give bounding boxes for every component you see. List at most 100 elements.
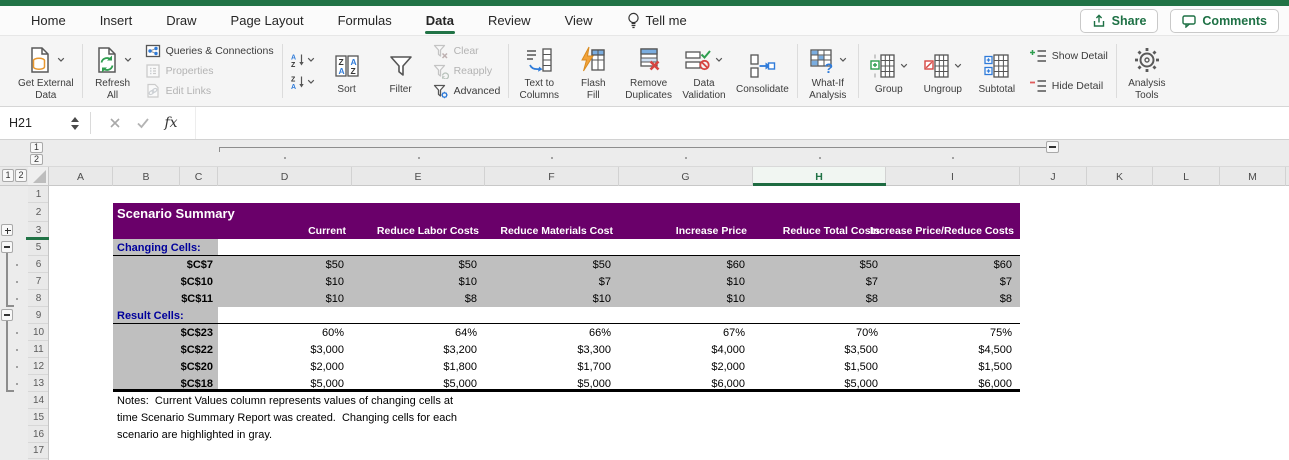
column-header-D[interactable]: D <box>218 167 352 186</box>
column-header-F[interactable]: F <box>485 167 619 186</box>
column-header-E[interactable]: E <box>352 167 485 186</box>
queries-connections-button[interactable]: Queries & Connections <box>145 43 274 59</box>
subtotal-button[interactable]: Subtotal <box>975 47 1019 96</box>
remove-duplicates-button[interactable]: Remove Duplicates <box>625 41 672 101</box>
row-header-8[interactable]: 8 <box>28 290 49 307</box>
row-header-1[interactable]: 1 <box>28 186 49 203</box>
text-to-columns-button[interactable]: Text to Columns <box>517 41 561 101</box>
row-header-9[interactable]: 9 <box>28 307 49 324</box>
refresh-all-button[interactable]: Refresh All <box>91 41 135 101</box>
collapse-row-group-button[interactable] <box>1 241 13 253</box>
scenario-value-cell: $8 <box>999 292 1012 305</box>
cell-reference-label: $C$18 <box>180 377 213 390</box>
column-header-K[interactable]: K <box>1087 167 1153 186</box>
hide-detail-button[interactable]: Hide Detail <box>1029 79 1108 93</box>
row-header-14[interactable]: 14 <box>28 392 49 409</box>
enter-icon[interactable] <box>129 117 157 129</box>
cancel-icon[interactable] <box>101 117 129 129</box>
row-header-10[interactable]: 10 <box>28 324 49 341</box>
data-validation-button[interactable]: Data Validation <box>682 41 726 101</box>
menu-tab-insert[interactable]: Insert <box>83 6 150 35</box>
column-outline-level-2-button[interactable]: 2 <box>30 154 43 165</box>
column-header-I[interactable]: I <box>886 167 1020 186</box>
filter-button[interactable]: Filter <box>379 47 423 96</box>
reapply-filter-label: Reapply <box>453 65 493 77</box>
share-icon <box>1092 13 1106 28</box>
row-header-7[interactable]: 7 <box>28 273 49 290</box>
menu-tab-page-layout[interactable]: Page Layout <box>214 6 321 35</box>
flash-fill-button[interactable]: Flash Fill <box>571 41 615 101</box>
expand-row-group-button[interactable] <box>1 224 13 236</box>
row-header-6[interactable]: 6 <box>28 256 49 273</box>
ungroup-button[interactable]: Ungroup <box>921 47 965 96</box>
scenario-value-cell: $1,700 <box>577 360 611 373</box>
row-outline-level-2-button[interactable]: 2 <box>15 169 27 182</box>
sort-descending-button[interactable]: ZA <box>291 75 315 89</box>
column-header-J[interactable]: J <box>1020 167 1087 186</box>
tell-me-button[interactable]: Tell me <box>610 6 704 35</box>
menu-tab-home[interactable]: Home <box>14 6 83 35</box>
advanced-filter-button[interactable]: Advanced <box>433 83 500 99</box>
column-outline-level-1-button[interactable]: 1 <box>30 142 43 153</box>
scenario-column-header-label: Increase Price/Reduce Costs <box>869 224 1014 237</box>
row-outline-level-1-button[interactable]: 1 <box>2 169 14 182</box>
column-header-G[interactable]: G <box>619 167 753 186</box>
row-header-16[interactable]: 16 <box>28 426 49 443</box>
data-validation-label: Data Validation <box>682 78 726 101</box>
sort-ascending-button[interactable]: AZ <box>291 53 315 67</box>
column-outline-dot <box>417 157 420 159</box>
ribbon: Get External Data Refresh All Queries & Co… <box>0 36 1289 107</box>
collapse-column-group-button[interactable] <box>1046 141 1059 153</box>
menu-tab-review[interactable]: Review <box>471 6 548 35</box>
column-header-C[interactable]: C <box>180 167 218 186</box>
get-external-data-button[interactable]: Get External Data <box>18 41 74 101</box>
menu-tab-label: Home <box>31 13 66 28</box>
queries-connections-label: Queries & Connections <box>165 45 274 57</box>
row-header-2[interactable]: 2 <box>28 203 49 222</box>
name-box[interactable]: H21 <box>0 107 66 139</box>
scenario-value-cell: $1,500 <box>978 360 1012 373</box>
group-button[interactable]: Group <box>867 47 911 96</box>
formula-input[interactable] <box>195 107 1289 139</box>
analysis-tools-label: Analysis Tools <box>1128 78 1166 101</box>
sort-button[interactable]: Z A A Z Sort <box>325 47 369 96</box>
lightbulb-icon <box>627 12 640 29</box>
analysis-tools-button[interactable]: Analysis Tools <box>1125 41 1169 101</box>
scenario-value-cell: $5,000 <box>577 377 611 390</box>
show-detail-icon <box>1029 49 1047 63</box>
scenario-column-header: Reduce Materials Cost <box>485 222 619 239</box>
row-header-17[interactable]: 17 <box>28 443 49 459</box>
row-group-bracket-tick <box>6 305 14 307</box>
scenario-value-cell: 67% <box>722 326 745 339</box>
reapply-filter-icon <box>433 63 449 79</box>
menu-tab-formulas[interactable]: Formulas <box>321 6 409 35</box>
share-button[interactable]: Share <box>1079 8 1159 33</box>
what-if-analysis-button[interactable]: ? What-If Analysis <box>806 41 850 101</box>
minus-glyph <box>4 246 10 248</box>
column-header-B[interactable]: B <box>113 167 180 186</box>
row-header-13[interactable]: 13 <box>28 375 49 392</box>
collapse-row-group-button[interactable] <box>1 309 13 321</box>
column-header-M[interactable]: M <box>1220 167 1286 186</box>
name-box-stepper[interactable] <box>66 113 84 133</box>
comments-button[interactable]: Comments <box>1170 8 1279 33</box>
row-header-12[interactable]: 12 <box>28 358 49 375</box>
column-header-A[interactable]: A <box>49 167 113 186</box>
menu-tab-view[interactable]: View <box>548 6 610 35</box>
column-header-L[interactable]: L <box>1153 167 1220 186</box>
what-if-analysis-icon: ? <box>808 46 836 74</box>
row-header-11[interactable]: 11 <box>28 341 49 358</box>
insert-function-icon[interactable]: fx <box>157 115 185 131</box>
sort-quick-buttons: AZ ZA <box>291 53 315 89</box>
row-header-5[interactable]: 5 <box>28 239 49 256</box>
menu-tab-data[interactable]: Data <box>409 6 471 35</box>
column-outline-dot <box>284 157 286 159</box>
scenario-value-cell: $2,000 <box>711 360 745 373</box>
row-header-15[interactable]: 15 <box>28 409 49 426</box>
menu-tab-draw[interactable]: Draw <box>149 6 213 35</box>
consolidate-button[interactable]: Consolidate <box>736 47 789 96</box>
svg-text:A: A <box>338 66 344 76</box>
column-outline-dot <box>818 157 821 159</box>
show-detail-button[interactable]: Show Detail <box>1029 49 1108 63</box>
select-all-corner[interactable] <box>28 167 49 186</box>
